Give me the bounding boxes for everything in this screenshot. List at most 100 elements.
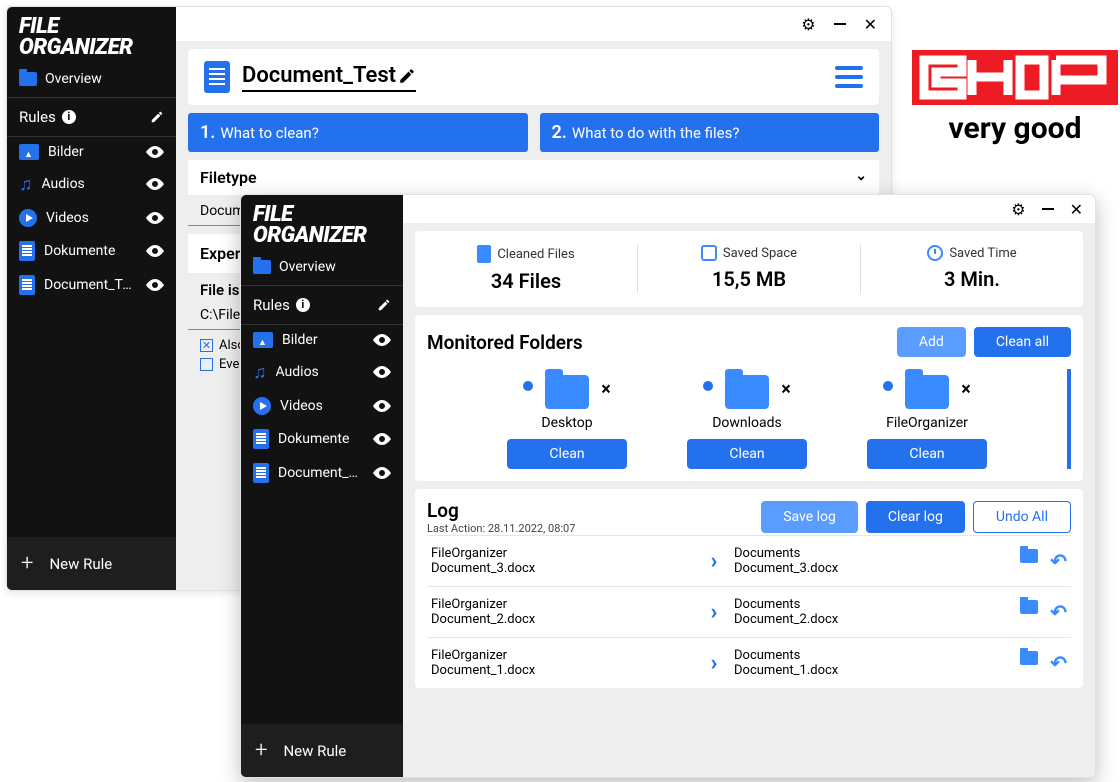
folder-icon[interactable]	[905, 375, 949, 409]
folder-icon	[19, 72, 37, 86]
minimize-icon[interactable]	[834, 23, 846, 25]
sidebar-item-audios[interactable]: ♫Audios	[241, 355, 403, 390]
folder-icon[interactable]	[1020, 651, 1038, 665]
step-1[interactable]: 1.What to clean?	[188, 113, 528, 152]
document-name[interactable]: Document_Test	[242, 63, 416, 92]
sidebar-item-dokumente[interactable]: Dokumente	[241, 422, 403, 456]
document-icon	[19, 241, 35, 261]
folder-icon[interactable]	[725, 375, 769, 409]
plus-icon: +	[255, 738, 267, 763]
chip-rating: very good	[912, 111, 1118, 146]
eye-icon[interactable]	[146, 279, 164, 291]
sidebar-item-videos[interactable]: Videos	[241, 390, 403, 422]
close-icon[interactable]: ✕	[1070, 200, 1083, 219]
eye-icon[interactable]	[373, 366, 391, 378]
gear-icon[interactable]: ⚙	[1011, 200, 1025, 219]
eye-icon[interactable]	[373, 433, 391, 445]
undo-icon[interactable]: ↶	[1050, 600, 1067, 624]
sidebar-rules-header: Rules i	[7, 98, 176, 137]
file-icon	[477, 245, 491, 263]
edit-icon[interactable]	[150, 110, 164, 124]
add-button[interactable]: Add	[897, 327, 966, 357]
info-icon[interactable]: i	[296, 298, 310, 312]
sidebar-item-document-test[interactable]: Document_Test	[7, 268, 176, 302]
sidebar-item-audios[interactable]: ♫Audios	[7, 167, 176, 202]
hamburger-icon[interactable]	[835, 66, 863, 88]
new-rule-button[interactable]: + New Rule	[7, 537, 176, 590]
step-2[interactable]: 2.What to do with the files?	[540, 113, 880, 152]
folder-icon	[253, 260, 271, 274]
log-row: FileOrganizerDocument_3.docx › Documents…	[427, 535, 1071, 586]
sidebar-overview[interactable]: Overview	[7, 65, 176, 98]
document-icon	[253, 429, 269, 449]
eye-icon[interactable]	[373, 467, 391, 479]
sidebar-overview[interactable]: Overview	[241, 253, 403, 286]
eye-icon[interactable]	[373, 334, 391, 346]
new-rule-button[interactable]: + New Rule	[241, 724, 403, 777]
edit-icon[interactable]	[377, 298, 391, 312]
remove-icon[interactable]: ×	[961, 379, 971, 400]
remove-icon[interactable]: ×	[781, 379, 791, 400]
dot-icon	[523, 381, 533, 391]
sidebar-item-videos[interactable]: Videos	[7, 202, 176, 234]
folder-fileorganizer: × FileOrganizer Clean	[847, 375, 1007, 469]
folder-icon[interactable]	[1020, 600, 1038, 614]
sidebar-item-bilder[interactable]: Bilder	[241, 325, 403, 355]
window-overview: FILE ORGANIZER Overview Rules i Bilder ♫…	[240, 194, 1096, 778]
eye-icon[interactable]	[146, 146, 164, 158]
save-log-button[interactable]: Save log	[761, 501, 858, 533]
overview-label: Overview	[279, 259, 336, 275]
undo-all-button[interactable]: Undo All	[973, 501, 1071, 533]
overview-label: Overview	[45, 71, 102, 87]
log-row: FileOrganizerDocument_2.docx › Documents…	[427, 586, 1071, 637]
play-icon	[253, 397, 271, 415]
eye-icon[interactable]	[146, 178, 164, 190]
minimize-icon[interactable]	[1042, 208, 1054, 210]
edit-icon	[398, 67, 416, 85]
monitored-folders-panel: Monitored Folders Add Clean all × Deskto…	[415, 315, 1083, 481]
folder-desktop: × Desktop Clean	[487, 375, 647, 469]
eye-icon[interactable]	[146, 212, 164, 224]
eye-icon[interactable]	[373, 400, 391, 412]
app-logo: FILE ORGANIZER	[241, 195, 403, 253]
remove-icon[interactable]: ×	[601, 379, 611, 400]
folder-downloads: × Downloads Clean	[667, 375, 827, 469]
app-logo: FILE ORGANIZER	[7, 7, 176, 65]
filetype-dropdown[interactable]: Filetype ⌄	[188, 160, 879, 195]
folder-icon[interactable]	[545, 375, 589, 409]
gear-icon[interactable]: ⚙	[801, 15, 815, 34]
sidebar-item-dokumente[interactable]: Dokumente	[7, 234, 176, 268]
rules-label: Rules	[19, 108, 56, 126]
document-icon	[204, 61, 230, 93]
document-header: Document_Test	[188, 49, 879, 105]
arrow-icon: ›	[711, 600, 718, 625]
undo-icon[interactable]: ↶	[1050, 549, 1067, 573]
clean-button[interactable]: Clean	[507, 439, 627, 469]
close-icon[interactable]: ✕	[864, 15, 877, 34]
undo-icon[interactable]: ↶	[1050, 651, 1067, 675]
document-icon	[19, 275, 35, 295]
monitored-title: Monitored Folders	[427, 331, 583, 354]
sidebar: FILE ORGANIZER Overview Rules i Bilder ♫…	[241, 195, 403, 777]
sidebar-item-document-test[interactable]: Document_Test	[241, 456, 403, 490]
log-title: Log	[427, 499, 575, 522]
info-icon[interactable]: i	[62, 110, 76, 124]
arrow-icon: ›	[711, 651, 718, 676]
rules-label: Rules	[253, 296, 290, 314]
clear-log-button[interactable]: Clear log	[866, 501, 965, 533]
log-row: FileOrganizerDocument_1.docx › Documents…	[427, 637, 1071, 688]
stat-cleaned-files: Cleaned Files 34 Files	[415, 245, 638, 293]
folder-icon[interactable]	[1020, 549, 1038, 563]
document-icon	[253, 463, 269, 483]
music-icon: ♫	[19, 174, 33, 195]
titlebar: ⚙ ✕	[403, 195, 1095, 223]
overview-content: ⚙ ✕ Cleaned Files 34 Files Saved Space 1…	[403, 195, 1095, 777]
disk-icon	[701, 245, 717, 261]
sidebar-item-bilder[interactable]: Bilder	[7, 137, 176, 167]
stat-saved-time: Saved Time 3 Min.	[861, 245, 1083, 293]
clean-all-button[interactable]: Clean all	[974, 327, 1071, 357]
clean-button[interactable]: Clean	[687, 439, 807, 469]
eye-icon[interactable]	[146, 245, 164, 257]
clean-button[interactable]: Clean	[867, 439, 987, 469]
image-icon	[253, 332, 273, 348]
